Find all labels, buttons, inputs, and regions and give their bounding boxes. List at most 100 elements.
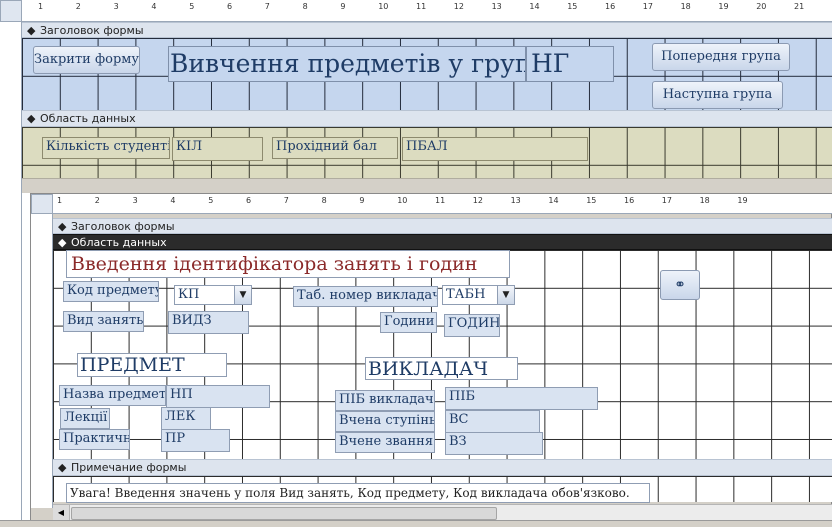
class-type-field[interactable]: ВИДЗ bbox=[168, 311, 249, 334]
next-group-button[interactable]: Наступна група bbox=[652, 81, 783, 109]
ruler-number: 19 bbox=[737, 196, 748, 205]
ruler-number: 4 bbox=[170, 196, 176, 205]
teacher-name-field[interactable]: ПІБ bbox=[445, 387, 598, 410]
subform-left-ruler bbox=[31, 214, 53, 508]
pass-score-field[interactable]: ПБАЛ bbox=[402, 137, 588, 161]
subform-footer-section-label: Примечание формы bbox=[71, 461, 187, 474]
ruler-number: 13 bbox=[510, 196, 521, 205]
ruler-number: 18 bbox=[699, 196, 710, 205]
ruler-number: 18 bbox=[680, 2, 691, 11]
practice-field[interactable]: ПР bbox=[161, 429, 230, 452]
subform-top-ruler: 1 2 3 4 5 6 7 8 9 10 11 12 13 14 15 16 17 18 19 bbox=[53, 194, 832, 214]
ruler-number: 10 bbox=[397, 196, 408, 205]
ruler-number: 8 bbox=[321, 196, 327, 205]
ruler-number: 5 bbox=[208, 196, 214, 205]
pass-score-label: Прохідний бал bbox=[272, 137, 398, 159]
students-count-field[interactable]: КІЛ bbox=[172, 137, 263, 161]
ruler-number: 11 bbox=[416, 2, 427, 11]
ruler-number: 13 bbox=[491, 2, 502, 11]
bottom-strip bbox=[0, 520, 832, 527]
ruler-corner bbox=[0, 0, 22, 22]
ruler-number: 15 bbox=[586, 196, 597, 205]
left-ruler bbox=[0, 22, 22, 527]
ruler-number: 16 bbox=[624, 196, 635, 205]
group-number-field[interactable]: НГ bbox=[526, 46, 614, 82]
subform-header-section-label: Заголовок формы bbox=[71, 220, 175, 233]
ruler-number: 8 bbox=[302, 2, 308, 11]
teacher-number-label: Таб. номер викладача bbox=[293, 286, 438, 307]
ruler-number: 11 bbox=[435, 196, 446, 205]
ruler-number: 19 bbox=[718, 2, 729, 11]
lectures-label: Лекції bbox=[60, 408, 110, 429]
chevron-down-icon[interactable]: ▼ bbox=[497, 286, 514, 304]
ruler-number: 14 bbox=[529, 2, 540, 11]
ruler-number: 3 bbox=[113, 2, 119, 11]
outer-detail-section-bar[interactable]: ◆ Область данных bbox=[22, 110, 832, 127]
ruler-number: 6 bbox=[227, 2, 233, 11]
ruler-number: 3 bbox=[132, 196, 138, 205]
ruler-number: 17 bbox=[661, 196, 672, 205]
scroll-left-button[interactable]: ◀ bbox=[53, 505, 70, 520]
outer-detail-section-label: Область данных bbox=[40, 112, 136, 125]
subform-header-section-bar[interactable]: ◆ Заголовок формы bbox=[53, 218, 832, 234]
outer-detail-area-gray bbox=[22, 178, 832, 193]
ruler-number: 17 bbox=[642, 2, 653, 11]
subform-heading: Введення ідентифікатора занять і годин bbox=[66, 250, 510, 278]
ruler-number: 20 bbox=[756, 2, 767, 11]
teacher-number-combo[interactable]: ТАБН ▼ bbox=[442, 285, 515, 305]
subject-name-field[interactable]: НП bbox=[166, 385, 270, 408]
ruler-number: 16 bbox=[605, 2, 616, 11]
section-arrow-icon: ◆ bbox=[58, 236, 67, 249]
lectures-field[interactable]: ЛЕК bbox=[161, 407, 211, 430]
subform-ruler-corner bbox=[31, 194, 53, 214]
section-arrow-icon: ◆ bbox=[58, 461, 67, 474]
class-type-label: Вид занять bbox=[63, 311, 144, 332]
ruler-number: 1 bbox=[57, 196, 63, 205]
degree-label: Вчена ступінь bbox=[335, 411, 435, 432]
chevron-down-icon[interactable]: ▼ bbox=[234, 286, 251, 304]
ruler-number: 9 bbox=[340, 2, 346, 11]
section-arrow-icon: ◆ bbox=[27, 112, 36, 125]
teacher-heading: ВИКЛАДАЧ bbox=[365, 357, 518, 380]
subform-footer-section-bar[interactable]: ◆ Примечание формы bbox=[53, 459, 832, 476]
practice-label: Практичні bbox=[59, 429, 130, 450]
horizontal-scrollbar[interactable]: ◀ bbox=[53, 504, 832, 520]
top-ruler: 1 2 3 4 5 6 7 8 9 10 11 12 13 14 15 16 17 18 19 20 21 bbox=[22, 0, 832, 22]
section-arrow-icon: ◆ bbox=[58, 220, 67, 233]
hours-label: Години bbox=[380, 312, 437, 333]
rank-label: Вчене звання bbox=[335, 432, 435, 453]
ruler-number: 1 bbox=[38, 2, 44, 11]
ruler-number: 12 bbox=[472, 196, 483, 205]
ruler-number: 12 bbox=[453, 2, 464, 11]
scroll-thumb[interactable] bbox=[71, 507, 497, 520]
ruler-number: 21 bbox=[794, 2, 805, 11]
ruler-number: 6 bbox=[246, 196, 252, 205]
close-form-button[interactable]: Закрити форму bbox=[33, 46, 140, 74]
subform-detail-section-bar[interactable]: ◆ Область данных bbox=[53, 234, 832, 250]
rank-field[interactable]: ВЗ bbox=[445, 432, 543, 455]
hours-field[interactable]: ГОДИН bbox=[444, 314, 500, 337]
form-title: Вивчення предметів у групі № bbox=[168, 46, 526, 82]
teacher-name-label: ПІБ викладача bbox=[335, 390, 435, 411]
teacher-number-value: ТАБН bbox=[446, 287, 486, 302]
subject-name-label: Назва предмету bbox=[59, 385, 166, 406]
degree-field[interactable]: ВС bbox=[445, 410, 540, 433]
subject-code-combo[interactable]: КП ▼ bbox=[174, 285, 252, 305]
outer-header-section-label: Заголовок формы bbox=[40, 24, 144, 37]
ruler-number: 4 bbox=[151, 2, 157, 11]
ruler-number: 7 bbox=[264, 2, 270, 11]
subject-code-value: КП bbox=[178, 287, 200, 302]
section-arrow-icon: ◆ bbox=[27, 24, 36, 37]
ruler-number: 7 bbox=[283, 196, 289, 205]
ruler-number: 10 bbox=[378, 2, 389, 11]
subject-code-label: Код предмету bbox=[63, 281, 159, 302]
outer-header-section-bar[interactable]: ◆ Заголовок формы bbox=[22, 22, 832, 38]
required-fields-note: Увага! Введення значень у поля Вид занят… bbox=[66, 483, 650, 503]
previous-group-button[interactable]: Попередня група bbox=[652, 43, 790, 71]
find-binoculars-button[interactable]: ⚭ bbox=[660, 270, 700, 300]
ruler-number: 5 bbox=[189, 2, 195, 11]
ruler-number: 9 bbox=[359, 196, 365, 205]
subform-detail-section-label: Область данных bbox=[71, 236, 167, 249]
ruler-number: 15 bbox=[567, 2, 578, 11]
subject-heading: ПРЕДМЕТ bbox=[77, 353, 227, 377]
